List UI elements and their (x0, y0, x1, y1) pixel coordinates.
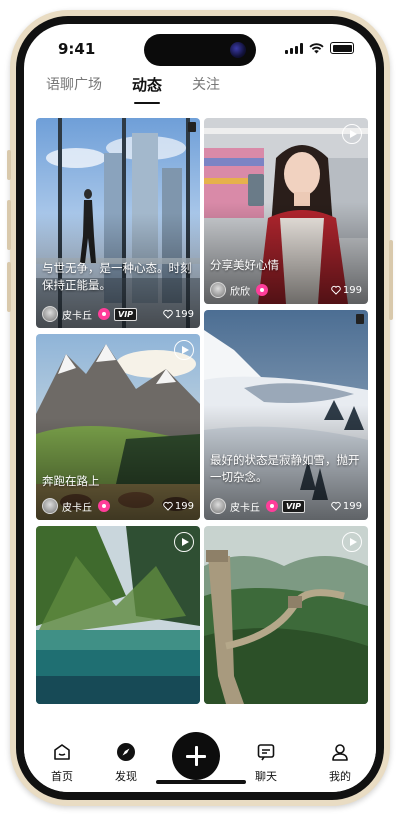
battery-icon (330, 42, 354, 54)
add-post-button[interactable] (172, 732, 220, 780)
feed-card[interactable]: 与世无争，是一种心态。时刻保持正能量。 皮卡丘 VIP 199 (36, 118, 200, 328)
feed-card[interactable]: 最好的状态是寂静如雪，抛开一切杂念。 皮卡丘 VIP 199 (204, 310, 368, 520)
phone-side-button (389, 240, 393, 320)
phone-side-button (7, 200, 11, 250)
tab-voice-plaza[interactable]: 语聊广场 (46, 74, 102, 95)
play-icon[interactable] (174, 340, 194, 360)
like-button[interactable]: 199 (163, 309, 194, 320)
like-count: 199 (174, 308, 194, 320)
status-time: 9:41 (58, 40, 96, 58)
wifi-icon (309, 42, 324, 53)
home-icon (54, 744, 70, 760)
nav-home-label: 首页 (51, 770, 73, 783)
feed-card[interactable]: 奔跑在路上 皮卡丘 199 (36, 334, 200, 520)
like-count: 199 (342, 500, 362, 512)
heart-icon (331, 285, 341, 295)
signal-icon (285, 42, 303, 54)
avatar[interactable] (210, 498, 226, 514)
card-image (204, 526, 368, 704)
nav-mine[interactable]: 我的 (320, 742, 360, 784)
username[interactable]: 欣欣 (230, 283, 250, 298)
nav-discover[interactable]: 发现 (106, 742, 146, 784)
chat-icon (257, 744, 275, 761)
badge-icon (266, 500, 278, 512)
heart-icon (331, 501, 341, 511)
like-button[interactable]: 199 (331, 501, 362, 512)
feed-card[interactable] (204, 526, 368, 704)
bookmark-icon (356, 314, 364, 324)
card-image (36, 526, 200, 704)
tab-following[interactable]: 关注 (192, 74, 220, 95)
card-caption: 奔跑在路上 (42, 474, 100, 488)
like-count: 199 (342, 284, 362, 296)
card-caption: 分享美好心情 (210, 258, 279, 272)
avatar[interactable] (42, 306, 58, 322)
bookmark-icon (188, 122, 196, 132)
user-icon (332, 744, 348, 761)
card-caption: 最好的状态是寂静如雪，抛开一切杂念。 (210, 453, 360, 484)
username[interactable]: 皮卡丘 (230, 499, 260, 514)
compass-icon (117, 743, 135, 761)
avatar[interactable] (42, 498, 58, 514)
status-icons (285, 42, 354, 54)
play-icon[interactable] (342, 532, 362, 552)
home-indicator (156, 780, 246, 784)
dynamic-island (144, 34, 256, 66)
heart-icon (163, 501, 173, 511)
card-meta: 皮卡丘 VIP 199 (42, 306, 194, 322)
nav-chat[interactable]: 聊天 (246, 742, 286, 784)
nav-mine-label: 我的 (329, 770, 351, 783)
card-meta: 欣欣 199 (210, 282, 362, 298)
username[interactable]: 皮卡丘 (62, 307, 92, 322)
feed-card[interactable] (36, 526, 200, 704)
heart-icon (163, 309, 173, 319)
play-icon[interactable] (342, 124, 362, 144)
bottom-nav: 首页 发现 聊天 我的 (24, 714, 376, 792)
phone-side-button (7, 150, 11, 180)
nav-home[interactable]: 首页 (42, 742, 82, 784)
username[interactable]: 皮卡丘 (62, 499, 92, 514)
card-meta: 皮卡丘 199 (42, 498, 194, 514)
app-screen: 9:41 语聊广场 动态 关注 与世无争，是一种心态。时刻保持正能量。 皮卡丘 … (24, 24, 376, 792)
badge-icon (98, 500, 110, 512)
nav-discover-label: 发现 (115, 770, 137, 783)
feed-card[interactable]: 分享美好心情 欣欣 199 (204, 118, 368, 304)
nav-chat-label: 聊天 (255, 770, 277, 783)
vip-badge: VIP (282, 499, 306, 513)
phone-side-button (7, 262, 11, 312)
badge-icon (98, 308, 110, 320)
tab-moments[interactable]: 动态 (132, 74, 162, 104)
like-count: 199 (174, 500, 194, 512)
play-icon[interactable] (174, 532, 194, 552)
vip-badge: VIP (114, 307, 138, 321)
top-tabs: 语聊广场 动态 关注 (46, 74, 250, 104)
badge-icon (256, 284, 268, 296)
card-meta: 皮卡丘 VIP 199 (210, 498, 362, 514)
camera-icon (230, 42, 246, 58)
card-caption: 与世无争，是一种心态。时刻保持正能量。 (42, 261, 192, 292)
like-button[interactable]: 199 (331, 285, 362, 296)
avatar[interactable] (210, 282, 226, 298)
like-button[interactable]: 199 (163, 501, 194, 512)
